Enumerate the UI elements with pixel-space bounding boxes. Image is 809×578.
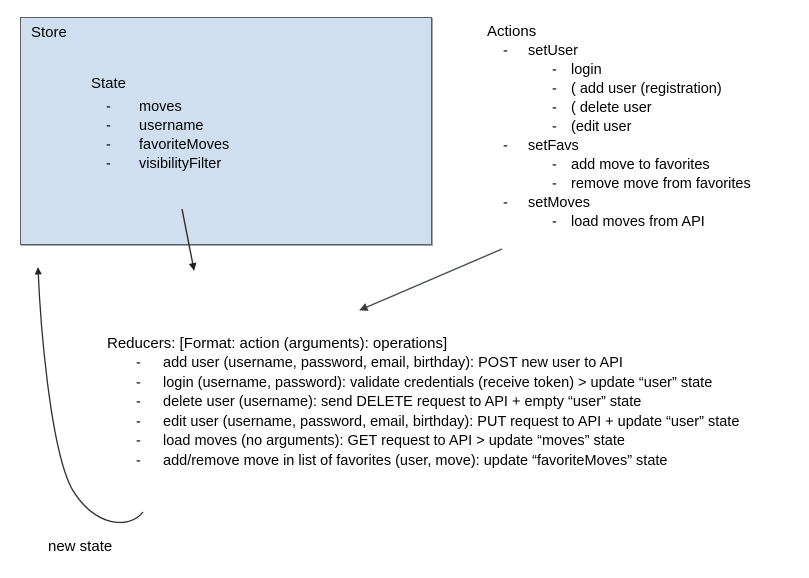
action-item: - add move to favorites: [487, 156, 807, 175]
bullet-dash: -: [552, 214, 557, 230]
action-group-label: setFavs: [528, 138, 579, 154]
reducer-item: - edit user (username, password, email, …: [136, 413, 807, 433]
bullet-dash: -: [136, 452, 141, 469]
action-item-label: add move to favorites: [571, 157, 710, 173]
action-item: - ( delete user: [487, 99, 807, 118]
reducer-item: - login (username, password): validate c…: [136, 374, 807, 394]
reducer-item-label: add user (username, password, email, bir…: [163, 355, 623, 371]
bullet-dash: -: [552, 62, 557, 78]
state-item-label: visibilityFilter: [139, 156, 222, 172]
action-item: - ( add user (registration): [487, 80, 807, 99]
arrow-actions-to-reducers: [359, 248, 503, 311]
action-group: - setFavs: [487, 137, 807, 156]
reducer-item: - delete user (username): send DELETE re…: [136, 393, 807, 413]
action-group-label: setUser: [528, 43, 578, 59]
bullet-dash: -: [552, 119, 557, 135]
bullet-dash: -: [106, 118, 111, 134]
state-heading: State: [91, 75, 127, 92]
state-item-label: favoriteMoves: [139, 137, 230, 153]
action-item: - login: [487, 61, 807, 80]
bullet-dash: -: [106, 99, 111, 115]
state-item: - visibilityFilter: [106, 155, 426, 174]
bullet-dash: -: [136, 355, 141, 371]
state-item: - moves: [106, 98, 426, 117]
bullet-dash: -: [503, 43, 508, 59]
bullet-dash: -: [503, 138, 508, 154]
bullet-dash: -: [552, 100, 557, 116]
action-item: - load moves from API: [487, 213, 807, 232]
state-item: - username: [106, 117, 426, 136]
reducer-item: - load moves (no arguments): GET request…: [136, 432, 807, 452]
bullet-dash: -: [136, 374, 141, 391]
state-item-list: - moves - username - favoriteMoves - vis…: [106, 98, 426, 174]
actions-heading: Actions: [487, 23, 537, 40]
reducer-item-label: add/remove move in list of favorites (us…: [163, 452, 668, 469]
state-item: - favoriteMoves: [106, 136, 426, 155]
new-state-label: new state: [48, 538, 113, 555]
reducer-item-label: edit user (username, password, email, bi…: [163, 413, 740, 430]
action-item-label: remove move from favorites: [571, 176, 751, 192]
diagram-canvas: Store State - moves - username - favorit…: [0, 0, 809, 578]
bullet-dash: -: [552, 176, 557, 192]
bullet-dash: -: [552, 157, 557, 173]
store-title: Store: [31, 24, 67, 41]
state-item-label: moves: [139, 99, 182, 115]
action-item-label: ( add user (registration): [571, 81, 722, 97]
reducers-heading: Reducers: [Format: action (arguments): o…: [107, 335, 448, 352]
bullet-dash: -: [136, 394, 141, 410]
action-item: - (edit user: [487, 118, 807, 137]
bullet-dash: -: [552, 81, 557, 97]
store-box: Store State - moves - username - favorit…: [20, 17, 432, 245]
action-group: - setUser: [487, 42, 807, 61]
reducer-item-label: login (username, password): validate cre…: [163, 374, 713, 391]
action-item-label: login: [571, 62, 602, 78]
bullet-dash: -: [136, 433, 141, 449]
action-group: - setMoves: [487, 194, 807, 213]
reducer-item: - add user (username, password, email, b…: [136, 354, 807, 374]
reducer-item-label: load moves (no arguments): GET request t…: [163, 433, 625, 449]
reducers-list: - add user (username, password, email, b…: [107, 354, 807, 471]
action-item-label: load moves from API: [571, 214, 705, 230]
actions-block: Actions - setUser - login - ( add user (…: [487, 22, 807, 232]
action-item-label: ( delete user: [571, 100, 652, 116]
reducers-block: Reducers: [Format: action (arguments): o…: [107, 334, 807, 471]
action-item: - remove move from favorites: [487, 175, 807, 194]
bullet-dash: -: [136, 413, 141, 430]
action-group-label: setMoves: [528, 195, 591, 211]
bullet-dash: -: [106, 137, 111, 153]
bullet-dash: -: [106, 156, 111, 172]
bullet-dash: -: [503, 195, 508, 211]
reducer-item: - add/remove move in list of favorites (…: [136, 452, 807, 472]
action-item-label: (edit user: [571, 119, 632, 135]
state-item-label: username: [139, 118, 204, 134]
reducer-item-label: delete user (username): send DELETE requ…: [163, 394, 642, 410]
